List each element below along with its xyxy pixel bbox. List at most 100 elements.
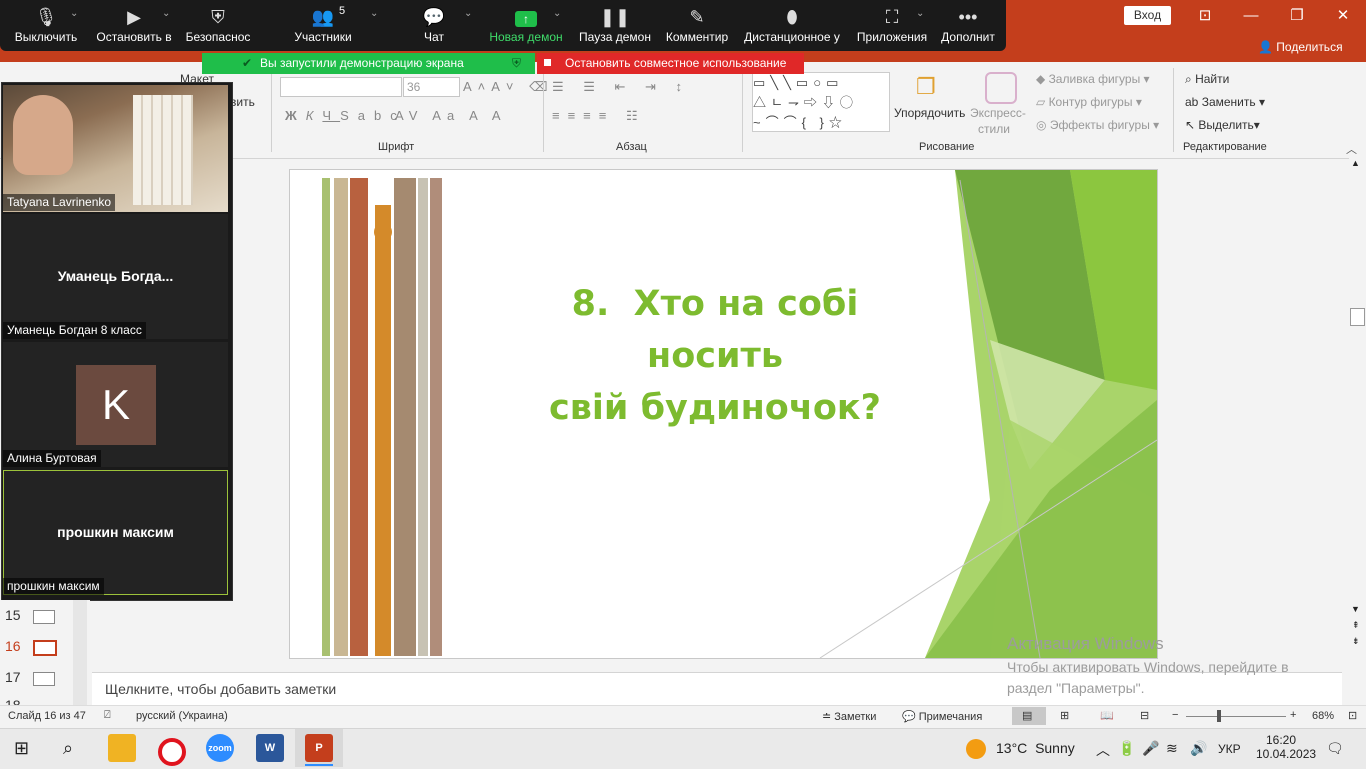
notes-placeholder[interactable]: Щелкните, чтобы добавить заметки	[105, 681, 336, 697]
slide-title[interactable]: 8. Хто на собі носить свій будиночок?	[520, 278, 910, 434]
editing-group-label: Редактирование	[1183, 141, 1267, 153]
chevron-down-icon[interactable]: ⌄	[162, 8, 170, 19]
remote-control-button[interactable]: ⬮ Дистанционное у	[742, 0, 842, 51]
minimize-icon[interactable]: —	[1228, 0, 1274, 31]
chevron-down-icon[interactable]: ⌄	[370, 8, 378, 19]
zoom-icon[interactable]: zoom	[206, 734, 234, 762]
more-icon: •••	[958, 7, 978, 27]
zoom-slider[interactable]	[1186, 716, 1286, 717]
slideshow-icon[interactable]: ⊟	[1140, 709, 1149, 722]
shape-effects-button[interactable]: ◎ Эффекты фигуры ▾	[1036, 118, 1159, 132]
slide-thumbnail[interactable]	[33, 672, 55, 686]
search-icon[interactable]: ⌕	[63, 738, 73, 759]
chevron-down-icon[interactable]: ⌄	[553, 8, 561, 19]
input-language[interactable]: УКР	[1218, 742, 1241, 756]
notes-toggle[interactable]: ≐ Заметки	[822, 710, 876, 723]
shapes-gallery[interactable]: ▭╲╲▭○▭ △ㄴ⇁⇨⇩◯ ~⌒⌒{ }☆	[752, 72, 890, 132]
normal-view-icon: ▤	[1022, 710, 1033, 722]
shape-outline-button[interactable]: ▱ Контур фигуры ▾	[1036, 95, 1142, 109]
chevron-down-icon[interactable]: ⌄	[464, 8, 472, 19]
stop-share-button[interactable]: Остановить совместное использование	[537, 53, 804, 74]
thumbnail-scrollbar[interactable]	[73, 600, 87, 705]
scroll-thumb[interactable]	[1350, 308, 1365, 326]
scroll-up-icon[interactable]: ▲	[1351, 158, 1360, 168]
wifi-icon[interactable]: ≋	[1166, 740, 1178, 757]
activation-watermark-title: Активация Windows	[1007, 634, 1164, 653]
fit-slide-icon[interactable]: ⊡	[1348, 709, 1357, 722]
windows-start-icon[interactable]: ⊞	[14, 738, 29, 759]
signin-button[interactable]: Вход	[1124, 6, 1171, 25]
list-icons[interactable]: ☰ ☰ ⇤ ⇥ ↕	[552, 79, 690, 95]
tray-chevron-icon[interactable]: ︿	[1096, 740, 1110, 760]
spellcheck-icon[interactable]: ⍁	[104, 709, 111, 722]
zoom-level[interactable]: 68%	[1312, 710, 1334, 722]
quick-styles-label-1[interactable]: Экспресс-	[970, 106, 1026, 120]
pause-share-button[interactable]: ❚❚ Пауза демон	[578, 0, 652, 51]
share-button[interactable]: 👤 Поделиться	[1258, 40, 1343, 54]
zoom-in-icon[interactable]: +	[1290, 709, 1296, 721]
arrange-button[interactable]: Упорядочить	[894, 106, 965, 120]
align-icons[interactable]: ≡≡≡≡ ☷	[552, 108, 646, 124]
font-size-combo[interactable]: 36	[403, 77, 460, 97]
slide-sorter-icon[interactable]: ⊞	[1060, 709, 1069, 722]
zoom-out-icon[interactable]: −	[1172, 709, 1178, 721]
participant-name: Tatyana Lavrinenko	[3, 194, 116, 211]
cursor-icon: ↖	[1185, 118, 1196, 132]
chevron-down-icon[interactable]: ⌄	[916, 8, 924, 19]
weather-widget[interactable]: 13°C Sunny	[996, 740, 1075, 756]
thumbnail-number: 18	[5, 697, 21, 705]
slide-thumbnail-active[interactable]	[33, 640, 57, 656]
pen-icon: ✎	[689, 7, 705, 27]
find-button[interactable]: ⌕ Найти	[1185, 72, 1229, 87]
chevron-down-icon[interactable]: ⌄	[70, 8, 78, 19]
font-grow-shrink-icons[interactable]: A˄A˅ ⌫	[463, 79, 554, 95]
collapse-ribbon-icon[interactable]: ︿	[1346, 141, 1357, 157]
slide-counter: Слайд 16 из 47	[8, 710, 86, 722]
prev-slide-icon[interactable]: ⇞	[1352, 620, 1360, 631]
reading-view-icon[interactable]: 📖	[1100, 709, 1114, 722]
close-icon[interactable]: ✕	[1320, 0, 1366, 31]
shape-fill-button[interactable]: ◆ Заливка фигуры ▾	[1036, 72, 1150, 86]
pause-icon: ❚❚	[599, 7, 631, 27]
restore-icon[interactable]: ❐	[1274, 0, 1320, 31]
mic-icon[interactable]: 🎤	[1142, 740, 1159, 757]
slide-canvas[interactable]: 8. Хто на собі носить свій будиночок?	[289, 169, 1158, 659]
next-slide-icon[interactable]: ⇟	[1352, 636, 1360, 647]
thumbnail-number-active: 16	[5, 638, 21, 654]
font-name-combo[interactable]	[280, 77, 402, 97]
person-icon: 👤	[1258, 40, 1273, 54]
volume-icon[interactable]: 🔊	[1190, 740, 1207, 757]
chat-button[interactable]: 💬 Чат	[412, 0, 456, 51]
language-indicator[interactable]: русский (Украина)	[136, 710, 228, 722]
slide-thumbnail[interactable]	[33, 610, 55, 624]
participants-count: 5	[339, 5, 346, 17]
select-button[interactable]: ↖ Выделить▾	[1185, 118, 1260, 132]
participant-name: прошкин максим	[3, 578, 104, 595]
shield-icon: ⛨	[211, 7, 225, 27]
powerpoint-icon[interactable]: P	[305, 734, 333, 762]
scroll-down-icon[interactable]: ▼	[1351, 604, 1360, 614]
security-button[interactable]: ⛨ Безопаснос	[184, 0, 252, 51]
quick-styles-label-2[interactable]: стили	[978, 122, 1010, 136]
ribbon-display-icon[interactable]: ⊡	[1182, 0, 1228, 31]
word-icon[interactable]: W	[256, 734, 284, 762]
replace-button[interactable]: ab Заменить ▾	[1185, 95, 1265, 109]
arrange-icon: ❐	[916, 74, 936, 99]
notification-icon[interactable]: 🗨	[1326, 740, 1344, 757]
battery-icon[interactable]: 🔋	[1118, 740, 1135, 757]
clock[interactable]: 16:20 10.04.2023	[1256, 733, 1316, 761]
font-format-icons[interactable]: ЖКЧSabc	[285, 108, 406, 123]
new-slide-partial-label: вить	[230, 95, 255, 109]
slide-vertical-scrollbar[interactable]: ▲ ▼ ⇞ ⇟	[1349, 158, 1366, 653]
more-button[interactable]: ••• Дополнит	[940, 0, 996, 51]
opera-icon[interactable]	[158, 738, 186, 766]
font-extra-icons[interactable]: AV Aa A A	[395, 108, 507, 123]
participant-video-tile[interactable]	[3, 85, 228, 212]
active-app-indicator	[305, 764, 333, 766]
comments-toggle[interactable]: 💬 Примечания	[902, 710, 982, 723]
file-explorer-icon[interactable]	[108, 734, 136, 762]
windows-taskbar	[0, 728, 1366, 769]
annotate-button[interactable]: ✎ Комментир	[664, 0, 730, 51]
participant-name: Алина Буртовая	[3, 450, 101, 467]
zoom-slider-thumb[interactable]	[1217, 710, 1221, 722]
